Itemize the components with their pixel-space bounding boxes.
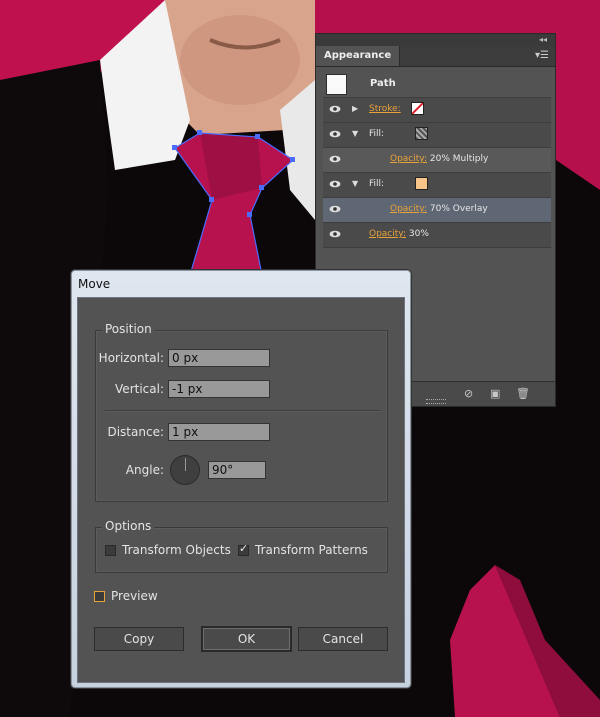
separator bbox=[105, 410, 380, 412]
transform-patterns-label[interactable]: Transform Patterns bbox=[255, 543, 368, 557]
options-group-title: Options bbox=[102, 519, 155, 533]
object-thumbnail bbox=[326, 74, 347, 95]
fill-pattern-swatch[interactable] bbox=[415, 127, 428, 140]
vertical-label: Vertical: bbox=[115, 382, 164, 396]
dialog-body: Position Horizontal: 0 px Vertical: -1 p… bbox=[77, 297, 405, 683]
angle-label: Angle: bbox=[125, 463, 164, 477]
preview-label[interactable]: Preview bbox=[111, 589, 158, 603]
expand-triangle-icon[interactable]: ▶ bbox=[352, 104, 358, 113]
panel-topbar: ◂◂ bbox=[316, 34, 555, 46]
visibility-eye-icon[interactable] bbox=[329, 155, 341, 163]
stroke-label[interactable]: Stroke: bbox=[369, 104, 401, 114]
horizontal-label: Horizontal: bbox=[98, 351, 164, 365]
trash-icon[interactable]: 🗑 bbox=[516, 387, 530, 400]
panel-menu-icon[interactable]: ▾☰ bbox=[535, 50, 549, 61]
appearance-row-fill-1[interactable]: ▼ Fill: bbox=[323, 123, 551, 148]
dialog-title: Move bbox=[78, 277, 111, 291]
fill-color-swatch[interactable] bbox=[415, 177, 428, 190]
opacity-label[interactable]: Opacity: bbox=[369, 229, 406, 239]
visibility-eye-icon[interactable] bbox=[329, 205, 341, 213]
vertical-input[interactable]: -1 px bbox=[168, 380, 270, 398]
object-label: Path bbox=[370, 78, 396, 89]
fill-label: Fill: bbox=[369, 179, 385, 189]
cancel-button[interactable]: Cancel bbox=[298, 627, 388, 651]
duplicate-item-icon[interactable]: ▣ bbox=[490, 387, 500, 400]
collapse-icon[interactable]: ◂◂ bbox=[539, 34, 547, 46]
opacity-value: 70% Overlay bbox=[429, 204, 488, 214]
transform-objects-checkbox[interactable] bbox=[105, 545, 116, 556]
angle-input[interactable]: 90° bbox=[208, 461, 266, 479]
visibility-eye-icon[interactable] bbox=[329, 180, 341, 188]
distance-label: Distance: bbox=[107, 425, 164, 439]
distance-input[interactable]: 1 px bbox=[168, 423, 270, 441]
clear-appearance-icon[interactable]: ⊘ bbox=[464, 387, 473, 400]
move-dialog: Move Position Horizontal: 0 px Vertical:… bbox=[71, 270, 411, 688]
preview-checkbox[interactable] bbox=[94, 591, 105, 602]
appearance-row-opacity-1[interactable]: Opacity: 20% Multiply bbox=[323, 148, 551, 173]
tab-appearance[interactable]: Appearance bbox=[316, 46, 401, 66]
visibility-eye-icon[interactable] bbox=[329, 230, 341, 238]
stroke-none-swatch[interactable] bbox=[411, 102, 424, 115]
opacity-value: 30% bbox=[408, 229, 429, 239]
transform-patterns-checkbox[interactable] bbox=[238, 542, 249, 556]
visibility-eye-icon[interactable] bbox=[329, 130, 341, 138]
resize-grip-icon[interactable] bbox=[426, 399, 446, 404]
opacity-label[interactable]: Opacity: bbox=[390, 204, 427, 214]
opacity-value: 20% Multiply bbox=[429, 154, 489, 164]
appearance-list: Path ▶ Stroke: ▼ Fill: Opacity: 20% Mult… bbox=[323, 71, 551, 248]
opacity-label[interactable]: Opacity: bbox=[390, 154, 427, 164]
horizontal-input[interactable]: 0 px bbox=[168, 349, 270, 367]
appearance-row-fill-2[interactable]: ▼ Fill: bbox=[323, 173, 551, 198]
collapse-triangle-icon[interactable]: ▼ bbox=[352, 179, 358, 188]
position-group-title: Position bbox=[102, 322, 155, 336]
angle-dial[interactable] bbox=[170, 455, 200, 485]
fill-label: Fill: bbox=[369, 129, 385, 139]
transform-objects-label[interactable]: Transform Objects bbox=[122, 543, 231, 557]
appearance-row-stroke[interactable]: ▶ Stroke: bbox=[323, 98, 551, 123]
appearance-object-row[interactable]: Path bbox=[323, 71, 551, 98]
ok-button[interactable]: OK bbox=[201, 626, 292, 652]
panel-tabs: Appearance ▾☰ bbox=[316, 46, 555, 67]
visibility-eye-icon[interactable] bbox=[329, 105, 341, 113]
appearance-row-opacity-object[interactable]: Opacity: 30% bbox=[323, 223, 551, 248]
collapse-triangle-icon[interactable]: ▼ bbox=[352, 129, 358, 138]
appearance-row-opacity-2[interactable]: Opacity: 70% Overlay bbox=[323, 198, 551, 223]
copy-button[interactable]: Copy bbox=[94, 627, 184, 651]
